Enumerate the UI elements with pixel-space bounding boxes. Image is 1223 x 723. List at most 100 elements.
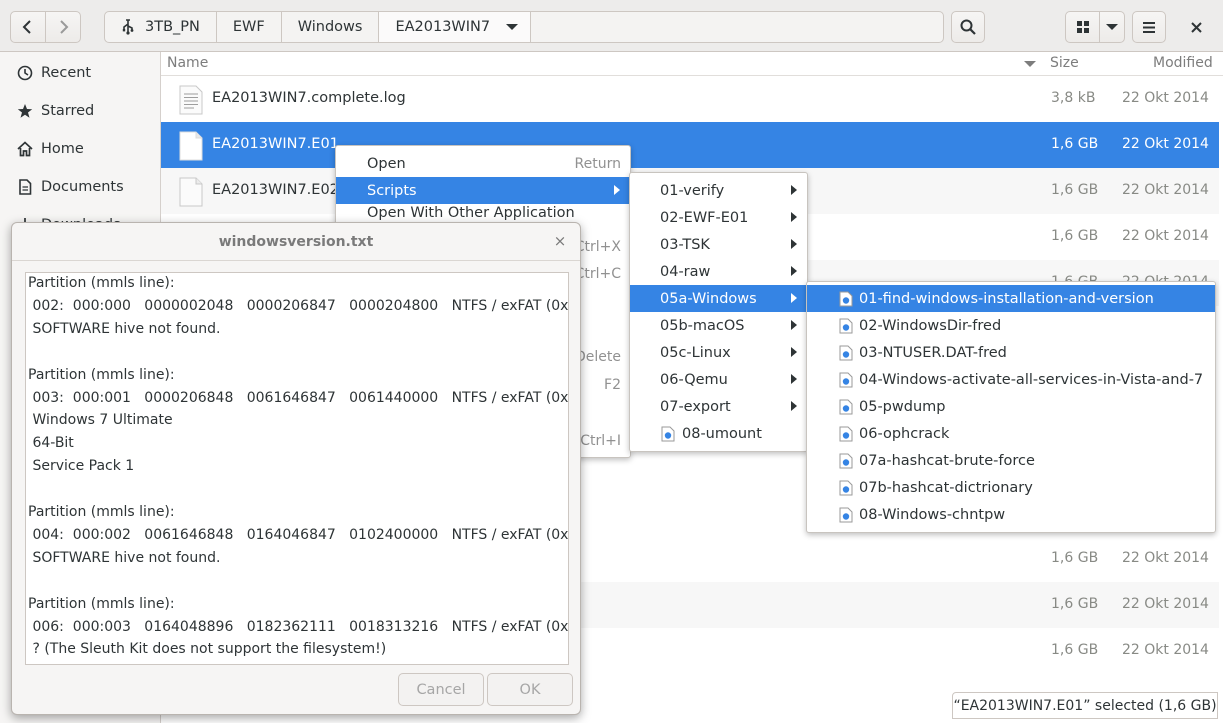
file-size: 1,6 GB — [1051, 642, 1099, 658]
menu-item-label: 05a-Windows — [660, 290, 757, 307]
menu-item-label: 02-EWF-E01 — [660, 209, 749, 226]
scripts-item[interactable]: 07-export — [630, 393, 807, 420]
menu-item-label: 06-ophcrack — [859, 425, 950, 442]
submenu-arrow-icon — [791, 266, 797, 276]
file-date: 22 Okt 2014 — [1122, 550, 1209, 566]
menu-accel: Delete — [575, 348, 621, 365]
file-icon — [179, 131, 203, 161]
scripts-item[interactable]: 05c-Linux — [630, 339, 807, 366]
file-date: 22 Okt 2014 — [1122, 642, 1209, 658]
file-size: 1,6 GB — [1051, 182, 1099, 198]
text-line: SOFTWARE hive not found. — [28, 320, 221, 337]
crumb-windows[interactable]: Windows — [282, 12, 380, 42]
file-row[interactable]: EA2013WIN7.complete.log 3,8 kB 22 Okt 20… — [161, 76, 1219, 122]
menu-item-label: 05b-macOS — [660, 317, 745, 334]
search-button[interactable] — [951, 11, 985, 43]
file-size: 1,6 GB — [1051, 136, 1099, 152]
text-line: 006: 000:003 0164048896 0182362111 00183… — [28, 618, 569, 635]
windows-script-item[interactable]: 07a-hashcat-brute-force — [807, 447, 1215, 474]
crumb-drive[interactable]: 3TB_PN — [105, 12, 217, 42]
scripts-item[interactable]: 06-Qemu — [630, 366, 807, 393]
text-line: Partition (mmls line): — [28, 366, 175, 383]
header-bar: 3TB_PN EWF Windows EA2013WIN7 — [0, 0, 1223, 52]
windows-script-item[interactable]: 02-WindowsDir-fred — [807, 312, 1215, 339]
sidebar-item-home[interactable]: Home — [0, 130, 160, 168]
windows-script-item[interactable]: 04-Windows-activate-all-services-in-Vist… — [807, 366, 1215, 393]
hamburger-icon — [1143, 21, 1155, 33]
menu-accel: Return — [574, 155, 621, 172]
close-window-button[interactable] — [1185, 17, 1207, 37]
back-button[interactable] — [10, 11, 46, 43]
windows-submenu: 01-find-windows-installation-and-version… — [806, 281, 1216, 533]
menu-item-open[interactable]: Open Return — [336, 150, 630, 177]
menu-item-label: 06-Qemu — [660, 371, 728, 388]
scripts-item[interactable]: 01-verify — [630, 177, 807, 204]
sidebar-item-label: Documents — [41, 179, 124, 195]
file-size: 1,6 GB — [1051, 550, 1099, 566]
menu-item-label: Open With Other Application — [367, 205, 575, 221]
scripts-submenu: 01-verify 02-EWF-E01 03-TSK 04-raw 05a-Windo… — [629, 172, 808, 452]
crumb-current[interactable]: EA2013WIN7 — [379, 12, 532, 42]
sidebar-item-label: Recent — [41, 65, 92, 81]
scripts-item[interactable]: 04-raw — [630, 258, 807, 285]
windows-script-item[interactable]: 05-pwdump — [807, 393, 1215, 420]
dialog-text-area[interactable]: Partition (mmls line): 002: 000:000 0000… — [25, 272, 569, 665]
menu-item-scripts[interactable]: Scripts — [336, 177, 630, 204]
menu-item-label: 04-raw — [660, 263, 711, 280]
view-grid-button[interactable] — [1065, 11, 1100, 43]
file-row-selected[interactable]: EA2013WIN7.E01 1,6 GB 22 Okt 2014 — [161, 122, 1219, 168]
script-icon — [839, 507, 853, 523]
scripts-item[interactable]: 05a-Windows — [630, 285, 807, 312]
crumb-ewf[interactable]: EWF — [217, 12, 282, 42]
windows-script-item[interactable]: 08-Windows-chntpw — [807, 501, 1215, 528]
path-bar: 3TB_PN EWF Windows EA2013WIN7 — [104, 11, 944, 43]
script-icon — [839, 399, 853, 415]
star-icon — [17, 103, 33, 119]
file-date: 22 Okt 2014 — [1122, 136, 1209, 152]
file-date: 22 Okt 2014 — [1122, 228, 1209, 244]
column-modified[interactable]: Modified — [1153, 55, 1213, 71]
grid-icon — [1076, 21, 1089, 33]
usb-icon — [122, 19, 134, 35]
column-name[interactable]: Name — [167, 55, 208, 71]
menu-button[interactable] — [1132, 11, 1166, 43]
menu-item-label: 07b-hashcat-dictrionary — [859, 479, 1033, 496]
sidebar-item-documents[interactable]: Documents — [0, 168, 160, 206]
sidebar-item-recent[interactable]: Recent — [0, 54, 160, 92]
windows-script-item[interactable]: 03-NTUSER.DAT-fred — [807, 339, 1215, 366]
column-size[interactable]: Size — [1050, 55, 1079, 71]
file-name: EA2013WIN7.complete.log — [212, 90, 406, 106]
submenu-arrow-icon — [791, 293, 797, 303]
sort-down-icon[interactable] — [1024, 60, 1036, 68]
menu-accel: Ctrl+I — [580, 432, 621, 449]
text-line: 64-Bit — [28, 435, 74, 452]
scripts-item[interactable]: 05b-macOS — [630, 312, 807, 339]
script-icon — [839, 291, 853, 307]
scripts-item[interactable]: 02-EWF-E01 — [630, 204, 807, 231]
cancel-button[interactable]: Cancel — [398, 673, 484, 706]
text-line: Service Pack 1 — [28, 458, 135, 475]
menu-item-label: 05c-Linux — [660, 344, 731, 361]
menu-item-label: 03-TSK — [660, 236, 710, 253]
script-icon — [839, 345, 853, 361]
windows-script-item[interactable]: 06-ophcrack — [807, 420, 1215, 447]
windows-script-item[interactable]: 07b-hashcat-dictrionary — [807, 474, 1215, 501]
scripts-item[interactable]: 03-TSK — [630, 231, 807, 258]
caret-down-icon — [506, 24, 519, 30]
file-size: 1,6 GB — [1051, 228, 1099, 244]
forward-button[interactable] — [45, 11, 81, 43]
menu-item-label: 05-pwdump — [859, 398, 946, 415]
crumb-label: 3TB_PN — [145, 19, 200, 35]
close-icon[interactable]: × — [552, 233, 568, 249]
menu-item-label: 01-find-windows-installation-and-version — [859, 290, 1154, 307]
view-options-button[interactable] — [1099, 11, 1125, 43]
scripts-item[interactable]: 08-umount — [630, 420, 807, 447]
menu-item-label: 04-Windows-activate-all-services-in-Vist… — [859, 371, 1204, 388]
sidebar-item-starred[interactable]: Starred — [0, 92, 160, 130]
ok-button[interactable]: OK — [487, 673, 573, 706]
windows-script-item[interactable]: 01-find-windows-installation-and-version — [807, 285, 1215, 312]
submenu-arrow-icon — [791, 185, 797, 195]
file-date: 22 Okt 2014 — [1122, 90, 1209, 106]
text-line: Partition (mmls line): — [28, 275, 175, 291]
text-line: SOFTWARE hive not found. — [28, 549, 221, 566]
